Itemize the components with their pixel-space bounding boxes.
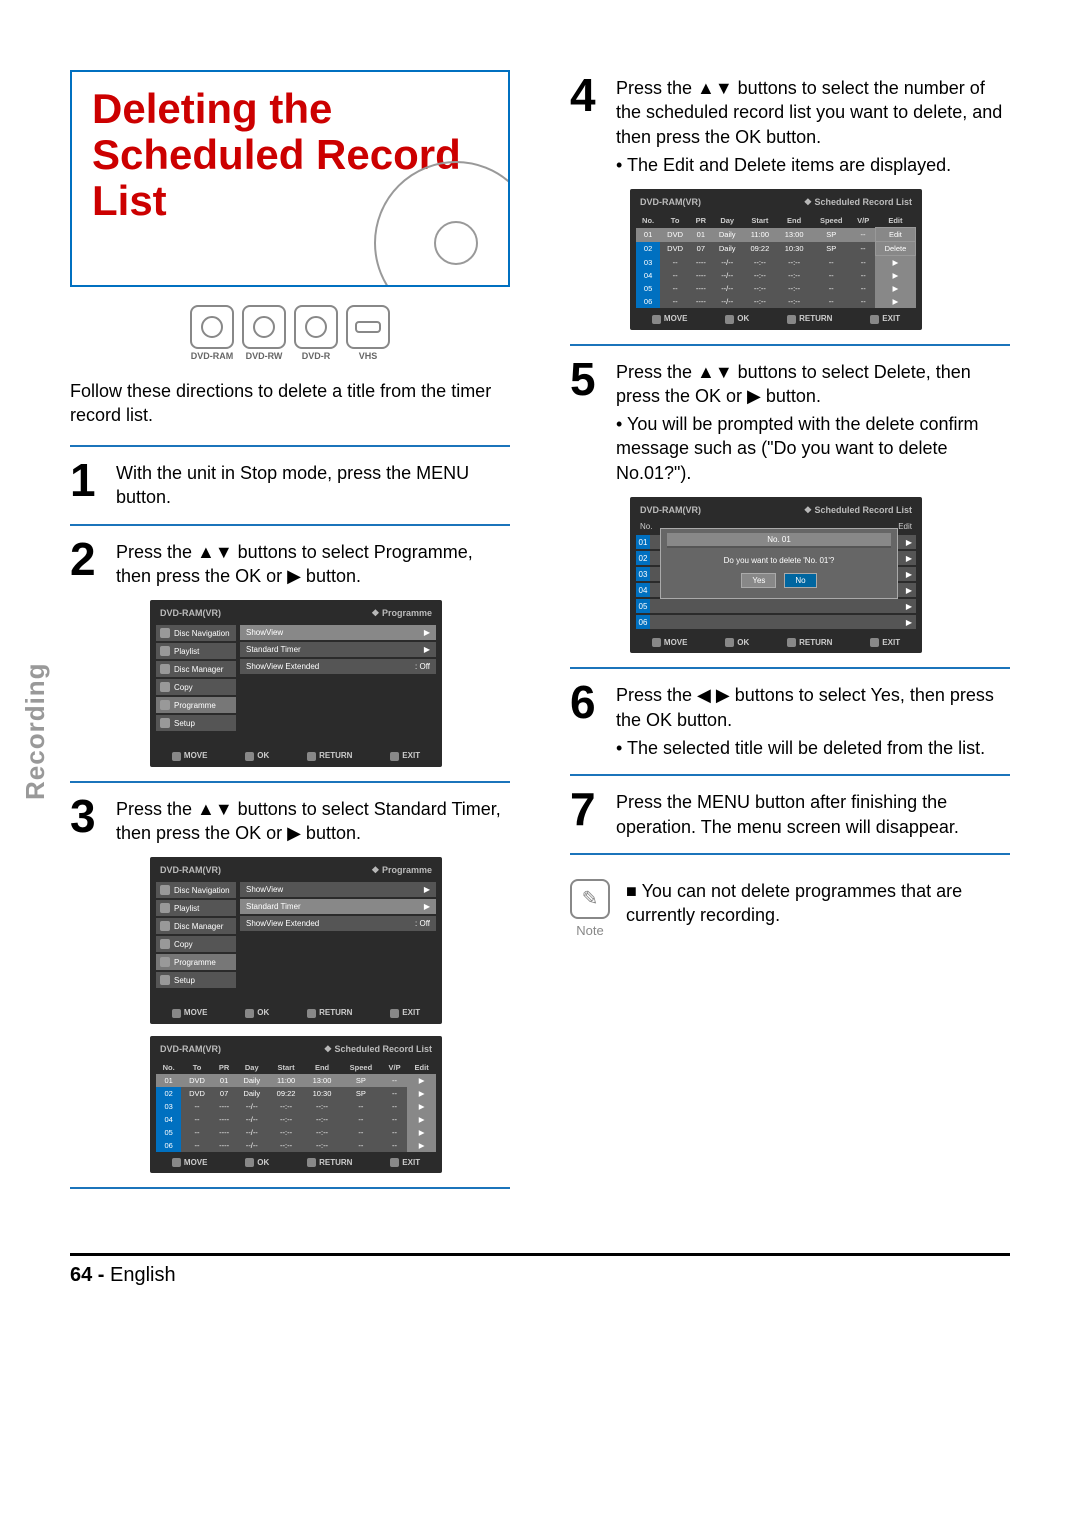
menu-programme[interactable]: Programme	[156, 954, 236, 970]
divider	[570, 667, 1010, 669]
footer-ok: OK	[245, 751, 269, 760]
submenu-showview-extended[interactable]: ShowView Extended: Off	[240, 659, 436, 674]
media-badges: DVD-RAM DVD-RW DVD-R VHS	[70, 305, 510, 361]
intro-text: Follow these directions to delete a titl…	[70, 379, 510, 428]
divider	[70, 781, 510, 783]
media-badge-dvd-ram: DVD-RAM	[190, 305, 234, 361]
footer-exit: EXIT	[390, 751, 420, 760]
menu-playlist[interactable]: Playlist	[156, 643, 236, 659]
media-badge-dvd-r: DVD-R	[294, 305, 338, 361]
yes-button[interactable]: Yes	[741, 573, 776, 588]
menu-programme[interactable]: Programme	[156, 697, 236, 713]
section-side-label: Recording	[20, 662, 51, 800]
submenu-showview-extended[interactable]: ShowView Extended: Off	[240, 916, 436, 931]
menu-copy[interactable]: Copy	[156, 936, 236, 952]
step-number-icon: 1	[70, 461, 104, 510]
dialog-title: No. 01	[667, 533, 891, 548]
osd-mode: DVD-RAM(VR)	[160, 608, 221, 619]
osd-programme-2: DVD-RAM(VR) ❖ Programme Disc Navigation …	[150, 857, 442, 1023]
menu-disc-navigation[interactable]: Disc Navigation	[156, 625, 236, 641]
footer-return: RETURN	[307, 751, 352, 760]
menu-setup[interactable]: Setup	[156, 715, 236, 731]
submenu-showview[interactable]: ShowView▶	[240, 882, 436, 897]
divider	[70, 524, 510, 526]
osd-programme-1: DVD-RAM(VR) ❖ Programme Disc Navigation …	[150, 600, 442, 766]
osd-scheduled-list-1: DVD-RAM(VR) ❖ Scheduled Record List No.T…	[150, 1036, 442, 1173]
step-7: 7 Press the MENU button after finishing …	[570, 790, 1010, 839]
divider	[70, 1187, 510, 1189]
step-text: Press the ▲▼ buttons to select Standard …	[116, 797, 510, 846]
submenu-showview[interactable]: ShowView▶	[240, 625, 436, 640]
submenu-standard-timer[interactable]: Standard Timer▶	[240, 899, 436, 914]
step-text: Press the ▲▼ buttons to select Programme…	[116, 540, 510, 589]
step-1: 1 With the unit in Stop mode, press the …	[70, 461, 510, 510]
menu-disc-manager[interactable]: Disc Manager	[156, 918, 236, 934]
step-text: Press the MENU button after finishing th…	[616, 790, 1010, 839]
note-label: Note	[570, 923, 610, 938]
note-block: ✎ Note You can not delete programmes tha…	[570, 879, 1010, 938]
step-text: With the unit in Stop mode, press the ME…	[116, 461, 510, 510]
no-button[interactable]: No	[784, 573, 816, 588]
osd-mode: DVD-RAM(VR)	[160, 865, 221, 876]
osd-title: ❖ Scheduled Record List	[324, 1044, 432, 1055]
osd-title: ❖ Programme	[371, 608, 432, 619]
media-badge-vhs: VHS	[346, 305, 390, 361]
step-5: 5 Press the ▲▼ buttons to select Delete,…	[570, 360, 1010, 485]
step-4: 4 Press the ▲▼ buttons to select the num…	[570, 76, 1010, 177]
note-text: You can not delete programmes that are c…	[626, 879, 1010, 938]
step-text: Press the ▲▼ buttons to select Delete, t…	[616, 360, 1010, 485]
step-3: 3 Press the ▲▼ buttons to select Standar…	[70, 797, 510, 846]
divider	[570, 853, 1010, 855]
step-number-icon: 4	[570, 76, 604, 177]
step-text: Press the ▲▼ buttons to select the numbe…	[616, 76, 1010, 177]
step-2: 2 Press the ▲▼ buttons to select Program…	[70, 540, 510, 589]
osd-scheduled-list-edit: DVD-RAM(VR) ❖ Scheduled Record List No.T…	[630, 189, 922, 329]
divider	[570, 774, 1010, 776]
dialog-message: Do you want to delete 'No. 01'?	[667, 556, 891, 565]
osd-mode: DVD-RAM(VR)	[160, 1044, 221, 1055]
confirm-dialog: No. 01 Do you want to delete 'No. 01'? Y…	[660, 528, 898, 599]
footer-move: MOVE	[172, 751, 208, 760]
step-number-icon: 2	[70, 540, 104, 589]
step-text: Press the ◀ ▶ buttons to select Yes, the…	[616, 683, 1010, 760]
page-footer: 64 - English	[70, 1253, 1010, 1287]
menu-disc-manager[interactable]: Disc Manager	[156, 661, 236, 677]
menu-playlist[interactable]: Playlist	[156, 900, 236, 916]
menu-disc-navigation[interactable]: Disc Navigation	[156, 882, 236, 898]
osd-confirm-dialog: DVD-RAM(VR) ❖ Scheduled Record List No. …	[630, 497, 922, 653]
step-number-icon: 7	[570, 790, 604, 839]
menu-setup[interactable]: Setup	[156, 972, 236, 988]
note-icon: ✎	[570, 879, 610, 919]
media-badge-dvd-rw: DVD-RW	[242, 305, 286, 361]
divider	[70, 445, 510, 447]
title-panel: Deleting the Scheduled Record List	[70, 70, 510, 287]
menu-copy[interactable]: Copy	[156, 679, 236, 695]
step-number-icon: 6	[570, 683, 604, 760]
submenu-standard-timer[interactable]: Standard Timer▶	[240, 642, 436, 657]
step-number-icon: 5	[570, 360, 604, 485]
divider	[570, 344, 1010, 346]
step-number-icon: 3	[70, 797, 104, 846]
scheduled-table: No.ToPRDayStartEndSpeedV/PEdit01DVD01Dai…	[636, 214, 916, 308]
scheduled-table: No.ToPRDayStartEndSpeedV/PEdit01DVD01Dai…	[156, 1061, 436, 1152]
step-6: 6 Press the ◀ ▶ buttons to select Yes, t…	[570, 683, 1010, 760]
osd-title: ❖ Programme	[371, 865, 432, 876]
